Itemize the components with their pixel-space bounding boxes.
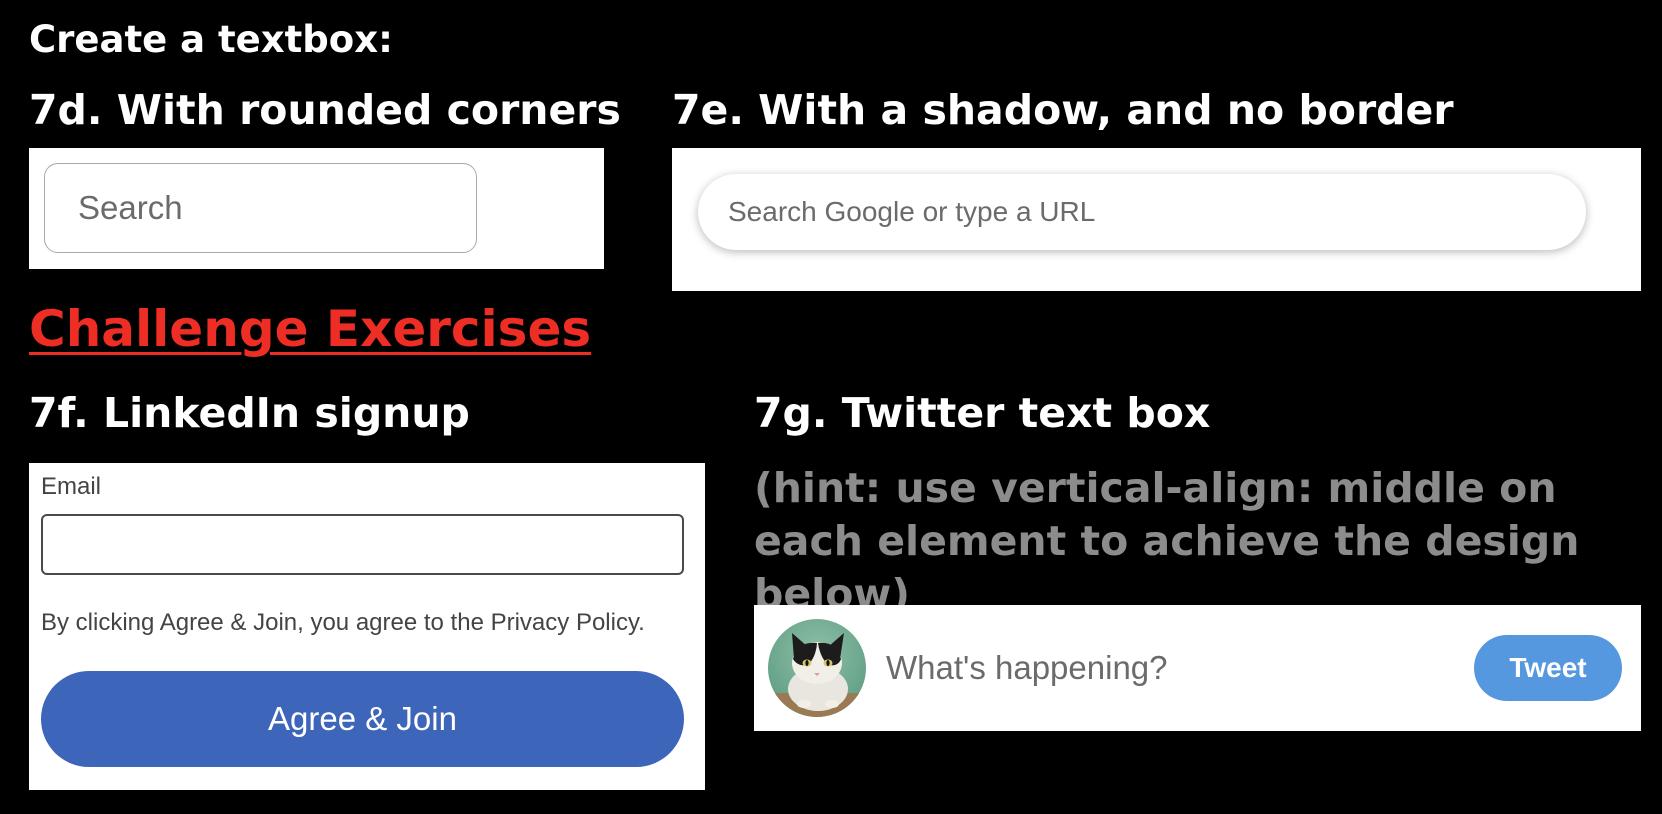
privacy-policy-text: By clicking Agree & Join, you agree to t… [41, 609, 645, 636]
rounded-search-input[interactable] [44, 163, 477, 253]
linkedin-signup-panel: Email By clicking Agree & Join, you agre… [29, 463, 705, 790]
challenge-heading: Challenge Exercises [29, 300, 592, 358]
heading-7d: 7d. With rounded corners [29, 86, 621, 134]
twitter-textbox-panel: Tweet [754, 605, 1641, 731]
rounded-textbox-panel [29, 148, 604, 269]
shadow-search-input[interactable] [698, 174, 1586, 250]
agree-join-button[interactable]: Agree & Join [41, 671, 684, 767]
page-title: Create a textbox: [29, 18, 393, 61]
heading-7g: 7g. Twitter text box [754, 389, 1211, 437]
heading-7f: 7f. LinkedIn signup [29, 389, 470, 437]
hint-text: (hint: use vertical-align: middle on eac… [754, 464, 1580, 618]
shadow-textbox-panel [672, 148, 1641, 291]
heading-7e: 7e. With a shadow, and no border [672, 86, 1454, 134]
tweet-button[interactable]: Tweet [1474, 635, 1622, 701]
email-field[interactable] [41, 514, 684, 575]
email-label: Email [41, 473, 102, 500]
cat-avatar-icon [768, 619, 866, 717]
tweet-input[interactable] [886, 629, 1446, 707]
